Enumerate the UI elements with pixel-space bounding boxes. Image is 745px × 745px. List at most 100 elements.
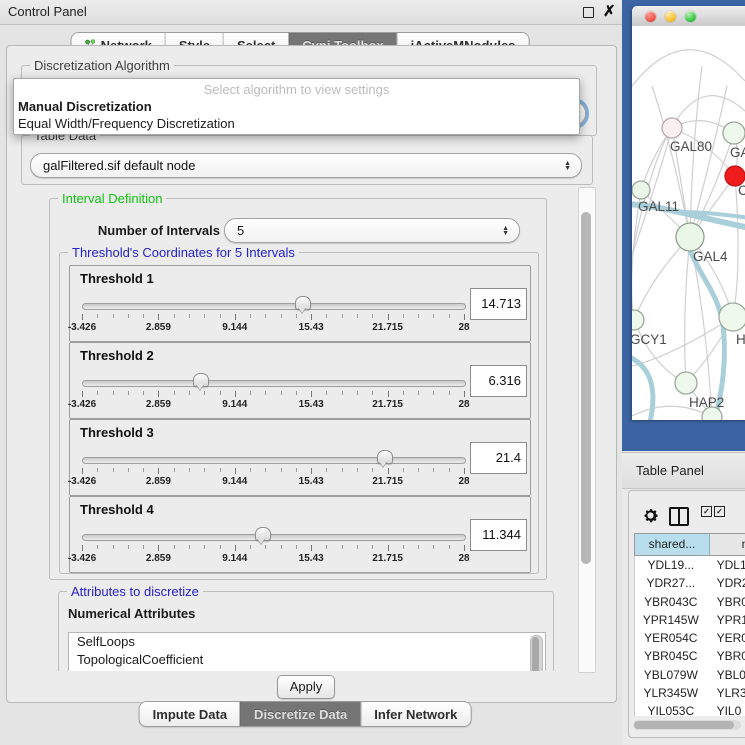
edge[interactable] [634, 320, 686, 383]
node-hap2[interactable] [675, 372, 697, 394]
slider-track [82, 303, 466, 310]
node-ga[interactable] [723, 122, 745, 144]
table-row[interactable]: YDR27...YDR2 [635, 574, 745, 592]
slider-tick-label: 15.43 [299, 322, 324, 333]
slider-tick [326, 545, 327, 549]
table-row[interactable]: YBL079WYBL0 [635, 666, 745, 684]
slider-tick [235, 391, 236, 397]
slider-tick [418, 468, 419, 472]
slider-thumb[interactable] [377, 450, 393, 464]
slider-tick [311, 314, 312, 320]
slider-tick [82, 391, 83, 397]
cell-name: YDL1 [707, 556, 745, 574]
slider-tick [235, 545, 236, 551]
slider-tick-label: 21.715 [372, 476, 403, 487]
checkbox-icon[interactable]: ✓ [701, 506, 712, 517]
float-window-icon[interactable] [583, 7, 594, 18]
table-panel-titlebar: Table Panel [622, 452, 745, 489]
node-gal11[interactable] [632, 181, 650, 199]
network-canvas[interactable]: GAL80GACGAL11GAL4GCY1HHAP2 [632, 26, 745, 420]
edge[interactable] [634, 237, 690, 320]
slider-tick [311, 391, 312, 397]
table-horizontal-scrollbar[interactable] [633, 720, 741, 730]
table-row[interactable]: YDL19...YDL1 [635, 556, 745, 574]
settings-scrollbar[interactable] [578, 187, 596, 673]
slider-tick [143, 314, 144, 318]
screen: Control Panel ✗ NetworkStyleSelectCyni T… [0, 0, 745, 745]
node-h[interactable] [719, 303, 745, 331]
slider-tick [388, 314, 389, 320]
mac-close-icon[interactable] [645, 11, 656, 22]
threshold-slider[interactable]: -3.4262.8599.14415.4321.71528 [82, 527, 464, 567]
table-data-value: galFiltered.sif default node [43, 154, 195, 177]
table-row[interactable]: YBR043CYBR0 [635, 593, 745, 611]
attribute-item[interactable]: TopologicalCoefficient [69, 651, 545, 669]
attribute-item[interactable]: SelfLoops [69, 633, 545, 651]
table-row[interactable]: YER054CYER0 [635, 629, 745, 647]
slider-track [82, 457, 466, 464]
threshold-value-field[interactable]: 14.713 [470, 288, 527, 320]
slider-tick [113, 314, 114, 318]
slider-tick [143, 391, 144, 395]
cell-name: YPR1 [707, 611, 745, 629]
bottom-tab-impute-data[interactable]: Impute Data [140, 702, 240, 726]
slider-tick [204, 545, 205, 549]
node-gal4[interactable] [676, 223, 704, 251]
table-row[interactable]: YIL053CYIL0 [635, 702, 745, 716]
slider-tick-label: 2.859 [146, 476, 171, 487]
node-gal80[interactable] [662, 118, 682, 138]
attributes-scrollbar[interactable] [530, 635, 543, 671]
table-row[interactable]: YLR345WYLR3 [635, 684, 745, 702]
threshold-slider[interactable]: -3.4262.8599.14415.4321.71528 [82, 450, 464, 490]
threshold-slider[interactable]: -3.4262.8599.14415.4321.71528 [82, 296, 464, 336]
slider-tick-label: 21.715 [372, 553, 403, 564]
number-of-intervals-combobox[interactable]: 5 ▲▼ [224, 218, 520, 243]
slider-tick [250, 545, 251, 549]
threshold-value-field[interactable]: 21.4 [470, 442, 527, 474]
cell-shared-name: YER054C [635, 629, 707, 647]
slider-tick [128, 468, 129, 472]
slider-tick [265, 391, 266, 395]
scrollbar-thumb[interactable] [581, 212, 591, 564]
threshold-value-field[interactable]: 11.344 [470, 519, 527, 551]
threshold-label: Threshold 3 [80, 425, 154, 440]
table-data-combobox[interactable]: galFiltered.sif default node ▲▼ [30, 153, 582, 178]
algorithm-dropdown-popup: Select algorithm to view settings Manual… [13, 78, 580, 135]
gear-icon[interactable] [642, 507, 659, 524]
threshold-slider[interactable]: -3.4262.8599.14415.4321.71528 [82, 373, 464, 413]
checkbox-icon[interactable]: ✓ [714, 506, 725, 517]
network-view-frame: GAL80GACGAL11GAL4GCY1HHAP2 [622, 0, 745, 451]
bottom-tab-infer-network[interactable]: Infer Network [360, 702, 470, 726]
table-row[interactable]: YPR145WYPR1 [635, 611, 745, 629]
scrollbar-thumb[interactable] [634, 721, 734, 729]
threshold-label: Threshold 4 [80, 502, 154, 517]
table-row[interactable]: YBR045CYBR0 [635, 647, 745, 665]
column-header-2[interactable]: n... [710, 534, 745, 555]
edge[interactable] [685, 237, 690, 383]
attribute-item[interactable]: BetweennessCentrality [69, 669, 545, 671]
network-window-titlebar [632, 6, 745, 27]
bottom-tab-discretize-data[interactable]: Discretize Data [240, 702, 360, 726]
slider-tick [388, 545, 389, 551]
slider-thumb[interactable] [295, 296, 311, 310]
slider-tick-label: 15.43 [299, 476, 324, 487]
column-settings-icon[interactable] [669, 507, 689, 526]
slider-tick [189, 545, 190, 549]
apply-button[interactable]: Apply [277, 675, 335, 699]
dropdown-placeholder-item[interactable]: Select algorithm to view settings [14, 81, 579, 98]
mac-minimize-icon[interactable] [665, 11, 676, 22]
slider-tick [158, 314, 159, 320]
node-gcy1[interactable] [632, 310, 644, 330]
close-icon[interactable]: ✗ [603, 1, 616, 23]
column-header-1[interactable]: shared... [635, 534, 710, 555]
threshold-value-field[interactable]: 6.316 [470, 365, 527, 397]
slider-thumb[interactable] [193, 373, 209, 387]
mac-zoom-icon[interactable] [685, 11, 696, 22]
dropdown-option-manual-discretization[interactable]: Manual Discretization [14, 98, 579, 115]
numerical-attributes-label: Numerical Attributes [68, 606, 195, 621]
edge[interactable] [632, 50, 745, 86]
slider-tick [158, 545, 159, 551]
slider-thumb[interactable] [255, 527, 271, 541]
dropdown-option-equal-width-frequency[interactable]: Equal Width/Frequency Discretization [14, 115, 579, 132]
numerical-attributes-list[interactable]: SelfLoopsTopologicalCoefficientBetweenne… [68, 632, 546, 671]
